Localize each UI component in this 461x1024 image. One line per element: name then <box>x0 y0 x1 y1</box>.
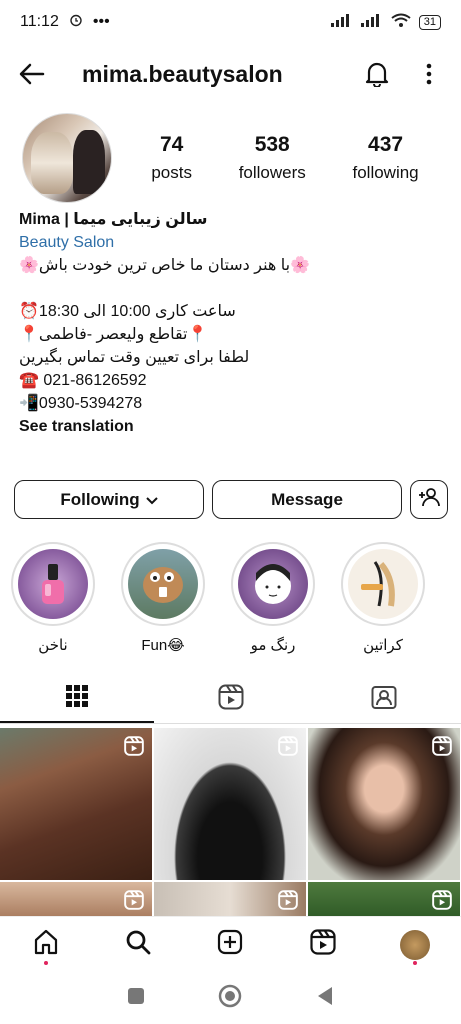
profile-header: mima.beautysalon <box>0 48 461 100</box>
bottom-navigation <box>0 916 461 972</box>
wifi-icon <box>391 13 411 32</box>
create-icon <box>217 929 243 960</box>
highlight-item[interactable]: رنگ مو <box>230 542 316 654</box>
highlight-label: ناخن <box>38 637 68 654</box>
stat-following[interactable]: 437 following <box>352 133 418 183</box>
post-thumbnail[interactable] <box>154 728 306 880</box>
profile-category[interactable]: Beauty Salon <box>19 231 439 254</box>
following-count: 437 <box>368 133 404 156</box>
following-button[interactable]: Following <box>14 480 204 519</box>
tab-reels[interactable] <box>154 676 308 723</box>
status-time: 11:12 <box>20 13 59 30</box>
bell-icon[interactable] <box>361 58 393 90</box>
profile-bio: Mima | سالن زیبایی میما Beauty Salon 🌸با… <box>19 208 439 438</box>
following-label: following <box>352 163 419 182</box>
add-user-icon <box>418 487 440 512</box>
bio-appointment: لطفا برای تعیین وقت تماس بگیرین <box>19 349 250 366</box>
status-bar: 11:12 ••• 31 <box>0 0 461 44</box>
highlight-item[interactable]: کراتین <box>340 542 426 654</box>
see-translation-link[interactable]: See translation <box>19 415 439 438</box>
reel-icon <box>124 736 144 761</box>
post-thumbnail[interactable] <box>308 728 460 880</box>
cartoon-icon <box>128 549 198 619</box>
signal-icon <box>330 13 353 32</box>
signal-icon-2 <box>360 13 383 32</box>
post-thumbnail[interactable] <box>0 728 152 880</box>
reels-icon <box>218 684 244 715</box>
tagged-icon <box>371 684 397 715</box>
post-thumbnail[interactable] <box>308 882 460 918</box>
tab-posts[interactable] <box>0 676 154 723</box>
profile-summary: 74 posts 538 followers 437 following <box>22 112 442 204</box>
hair-color-icon <box>238 549 308 619</box>
reel-icon <box>432 736 452 761</box>
post-thumbnail[interactable] <box>154 882 306 918</box>
bio-mobile[interactable]: 📲0930-5394278 <box>19 392 439 415</box>
reel-icon <box>278 736 298 761</box>
message-label: Message <box>271 489 343 509</box>
reel-icon <box>278 890 298 915</box>
profile-actions: Following Message <box>14 480 448 519</box>
home-button-icon[interactable] <box>218 984 242 1013</box>
more-notifications-icon: ••• <box>92 13 110 30</box>
back-arrow-icon[interactable] <box>16 58 48 90</box>
home-icon <box>33 929 59 960</box>
stat-posts[interactable]: 74 posts <box>151 133 192 183</box>
bio-address: 📍تقاطع ولیعصر -فاطمی📍 <box>19 326 208 343</box>
reel-icon <box>124 890 144 915</box>
highlight-label: کراتین <box>363 637 403 654</box>
nav-search[interactable] <box>118 925 158 965</box>
search-icon <box>125 929 151 960</box>
add-user-button[interactable] <box>410 480 448 519</box>
notification-dot <box>412 960 417 965</box>
highlight-item[interactable]: ناخن <box>10 542 96 654</box>
chevron-down-icon <box>145 490 158 510</box>
keratin-icon <box>348 549 418 619</box>
recent-apps-icon[interactable] <box>127 987 145 1010</box>
highlight-label: رنگ مو <box>250 637 296 654</box>
bio-phone[interactable]: ☎️ 021-86126592 <box>19 369 439 392</box>
reels-icon <box>310 929 336 960</box>
nav-home[interactable] <box>26 925 66 965</box>
highlight-label: Fun😂 <box>141 637 185 654</box>
stat-followers[interactable]: 538 followers <box>239 133 306 183</box>
highlight-item[interactable]: Fun😂 <box>120 542 206 654</box>
profile-avatar-icon <box>399 929 430 960</box>
story-highlights: ناخن Fun😂 رنگ مو کراتین <box>10 542 461 654</box>
profile-avatar[interactable] <box>22 113 112 203</box>
grid-icon <box>65 684 89 713</box>
posts-count: 74 <box>159 133 184 156</box>
posts-label: posts <box>151 163 192 182</box>
nav-reels[interactable] <box>303 925 343 965</box>
followers-count: 538 <box>254 133 290 156</box>
followers-label: followers <box>238 163 306 182</box>
nail-polish-icon <box>18 549 88 619</box>
nav-create[interactable] <box>210 925 250 965</box>
bio-line: 🌸با هنر دستان ما خاص ترین خودت باش🌸 <box>19 257 311 274</box>
more-options-icon[interactable] <box>413 58 445 90</box>
alarm-icon <box>69 13 83 32</box>
post-thumbnail[interactable] <box>0 882 152 918</box>
following-label: Following <box>60 489 140 509</box>
profile-username: mima.beautysalon <box>82 60 283 87</box>
bio-hours: ⏰ساعت کاری 10:00 الی 18:30 <box>19 303 236 320</box>
profile-name: Mima | سالن زیبایی میما <box>19 211 208 228</box>
tab-tagged[interactable] <box>307 676 461 723</box>
notification-dot <box>44 960 49 965</box>
battery-icon: 31 <box>418 14 441 30</box>
message-button[interactable]: Message <box>212 480 402 519</box>
nav-profile[interactable] <box>395 925 435 965</box>
system-navigation <box>0 972 461 1024</box>
profile-stats: 74 posts 538 followers 437 following <box>128 133 442 183</box>
post-grid <box>0 728 461 918</box>
reel-icon <box>432 890 452 915</box>
content-tabs <box>0 676 461 724</box>
back-button-icon[interactable] <box>316 986 334 1011</box>
